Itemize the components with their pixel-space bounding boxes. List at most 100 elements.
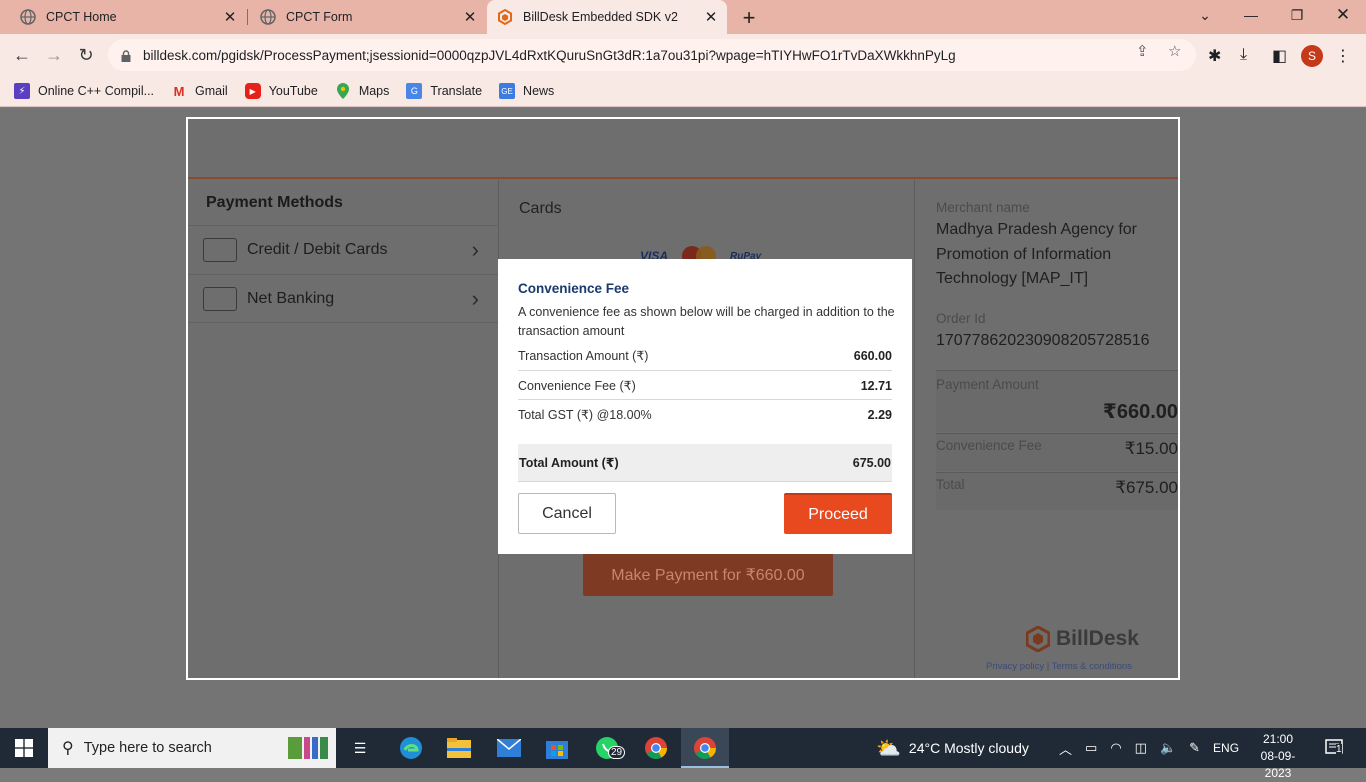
address-bar[interactable]: billdesk.com/pgidsk/ProcessPayment;jsess… xyxy=(108,39,1196,71)
windows-start-icon[interactable] xyxy=(0,728,48,768)
battery-icon[interactable]: ▭ xyxy=(1085,740,1097,756)
mail-icon[interactable] xyxy=(496,736,522,760)
billdesk-hex-icon xyxy=(1026,626,1050,652)
frame-header xyxy=(188,119,1178,179)
payment-methods-panel: Payment Methods Credit / Debit Cards › N… xyxy=(188,180,499,678)
meet-now-icon[interactable]: ◫ xyxy=(1135,740,1147,756)
billdesk-logo: BillDesk xyxy=(1026,626,1139,652)
close-icon[interactable]: ✕ xyxy=(701,8,721,26)
fee-row-label: Convenience Fee (₹) xyxy=(518,379,636,393)
payment-amount-value: ₹660.00 xyxy=(1102,401,1178,423)
back-icon[interactable]: ← xyxy=(7,40,37,70)
payment-method-label: Credit / Debit Cards xyxy=(247,241,388,258)
payment-method-cards[interactable]: Credit / Debit Cards › xyxy=(188,225,499,274)
tab-search-icon[interactable]: ⌄ xyxy=(1182,0,1228,30)
bookmark-maps[interactable]: Maps xyxy=(335,83,390,99)
cancel-button[interactable]: Cancel xyxy=(518,493,616,534)
payment-method-netbanking[interactable]: Net Banking › xyxy=(188,274,499,323)
chrome-icon[interactable] xyxy=(692,736,718,760)
bookmark-online-compiler[interactable]: ⚡ Online C++ Compil... xyxy=(14,83,154,99)
page-overlay: Payment Methods Credit / Debit Cards › N… xyxy=(0,108,1366,728)
share-icon[interactable]: ⇪ xyxy=(1136,42,1149,60)
credit-card-icon xyxy=(203,238,237,262)
fee-row-value: 2.29 xyxy=(867,407,892,422)
wifi-icon[interactable]: ◠ xyxy=(1110,740,1121,756)
edge-icon[interactable] xyxy=(398,736,424,760)
weather-widget[interactable]: ⛅ 24°C Mostly cloudy xyxy=(876,728,1029,768)
taskbar-search[interactable]: ⚲ Type here to search xyxy=(48,728,336,768)
language-indicator[interactable]: ENG xyxy=(1213,741,1239,755)
translate-icon: G xyxy=(406,83,423,99)
merchant-name-label: Merchant name xyxy=(936,200,1030,215)
browser-toolbar: ← → ↻ billdesk.com/pgidsk/ProcessPayment… xyxy=(0,34,1366,76)
lock-icon[interactable] xyxy=(121,49,131,62)
dialog-description: A convenience fee as shown below will be… xyxy=(518,305,895,338)
pen-icon[interactable]: ✎ xyxy=(1189,740,1200,756)
url-text: billdesk.com/pgidsk/ProcessPayment;jsess… xyxy=(143,47,956,63)
bookmark-label: YouTube xyxy=(268,84,318,98)
privacy-terms-link[interactable]: Privacy policy | Terms & conditions xyxy=(986,661,1132,672)
bookmark-youtube[interactable]: ▶ YouTube xyxy=(244,83,318,99)
bookmark-label: Maps xyxy=(358,84,390,98)
minimize-icon[interactable]: — xyxy=(1228,0,1274,30)
volume-icon[interactable]: 🔈 xyxy=(1160,740,1176,756)
total-amount-row: Total Amount (₹) 675.00 xyxy=(518,444,892,482)
profile-avatar[interactable]: S xyxy=(1301,45,1323,67)
side-panel-icon[interactable]: ◧ xyxy=(1272,46,1287,66)
new-tab-icon[interactable]: + xyxy=(737,5,761,31)
bank-icon xyxy=(203,286,237,311)
clock-date: 08-09-2023 xyxy=(1260,749,1296,780)
books-icon xyxy=(288,737,328,759)
task-view-icon[interactable]: ☰ xyxy=(347,736,373,760)
chevron-right-icon: › xyxy=(471,285,479,311)
gmail-icon: M xyxy=(173,83,185,99)
total-box: Total ₹675.00 xyxy=(936,472,1178,510)
tab-cpct-home[interactable]: CPCT Home ✕ xyxy=(0,0,246,34)
order-id-label: Order Id xyxy=(936,311,986,326)
menu-kebab-icon[interactable]: ⋮ xyxy=(1335,46,1351,66)
convenience-fee-dialog: Convenience Fee A convenience fee as sho… xyxy=(498,259,912,554)
window-close-icon[interactable]: ✕ xyxy=(1320,0,1366,30)
compiler-icon: ⚡ xyxy=(14,83,30,99)
download-icon[interactable]: ⤓ xyxy=(1240,46,1247,64)
tab-strip: CPCT Home ✕ CPCT Form ✕ BillDesk Embedde… xyxy=(0,0,1366,34)
reload-icon[interactable]: ↻ xyxy=(71,40,101,70)
windows-taskbar: ⚲ Type here to search ☰ 29 ⛅ 24°C Mostly… xyxy=(0,728,1366,780)
proceed-button[interactable]: Proceed xyxy=(784,493,892,534)
cards-title: Cards xyxy=(519,200,562,217)
chevron-right-icon: › xyxy=(471,237,479,262)
close-icon[interactable]: ✕ xyxy=(460,8,480,26)
clock-time: 21:00 xyxy=(1262,732,1294,746)
globe-icon xyxy=(260,9,276,25)
bookmark-star-icon[interactable]: ☆ xyxy=(1168,42,1181,60)
tab-title: CPCT Form xyxy=(286,10,353,24)
whatsapp-badge: 29 xyxy=(608,746,626,759)
notification-count: 1 xyxy=(1336,744,1342,755)
whatsapp-icon[interactable]: 29 xyxy=(594,736,626,760)
extensions-icon[interactable]: ✱ xyxy=(1208,46,1221,66)
make-payment-button[interactable]: Make Payment for ₹660.00 xyxy=(583,553,833,596)
store-icon[interactable] xyxy=(544,736,570,760)
close-icon[interactable]: ✕ xyxy=(220,8,240,26)
clock[interactable]: 21:00 08-09-2023 xyxy=(1248,731,1308,782)
file-explorer-icon[interactable] xyxy=(446,736,472,760)
bookmark-label: Online C++ Compil... xyxy=(38,84,155,98)
tab-title: BillDesk Embedded SDK v2 xyxy=(523,10,678,24)
order-id-value: 17077862023090820572851​6 xyxy=(936,332,1150,349)
bookmark-gmail[interactable]: M Gmail xyxy=(171,83,228,99)
bookmarks-bar: ⚡ Online C++ Compil... M Gmail ▶ YouTube… xyxy=(0,76,1366,107)
order-summary-panel: Merchant name Madhya Pradesh Agency for … xyxy=(916,180,1178,678)
bookmark-translate[interactable]: G Translate xyxy=(406,83,482,99)
total-amount-label: Total Amount (₹) xyxy=(519,456,619,470)
forward-icon[interactable]: → xyxy=(39,40,69,70)
search-icon: ⚲ xyxy=(62,740,74,757)
fee-row-value: 660.00 xyxy=(853,348,892,363)
restore-icon[interactable]: ❐ xyxy=(1274,0,1320,30)
chevron-up-icon[interactable]: ︿ xyxy=(1059,739,1072,758)
notification-icon[interactable]: 1 xyxy=(1322,736,1348,760)
tab-billdesk[interactable]: BillDesk Embedded SDK v2 ✕ xyxy=(487,0,727,34)
convenience-fee-value: ₹15.00 xyxy=(1124,439,1178,458)
bookmark-news[interactable]: GE News xyxy=(499,83,554,99)
chrome-icon[interactable] xyxy=(643,736,669,760)
tab-cpct-form[interactable]: CPCT Form ✕ xyxy=(240,0,486,34)
